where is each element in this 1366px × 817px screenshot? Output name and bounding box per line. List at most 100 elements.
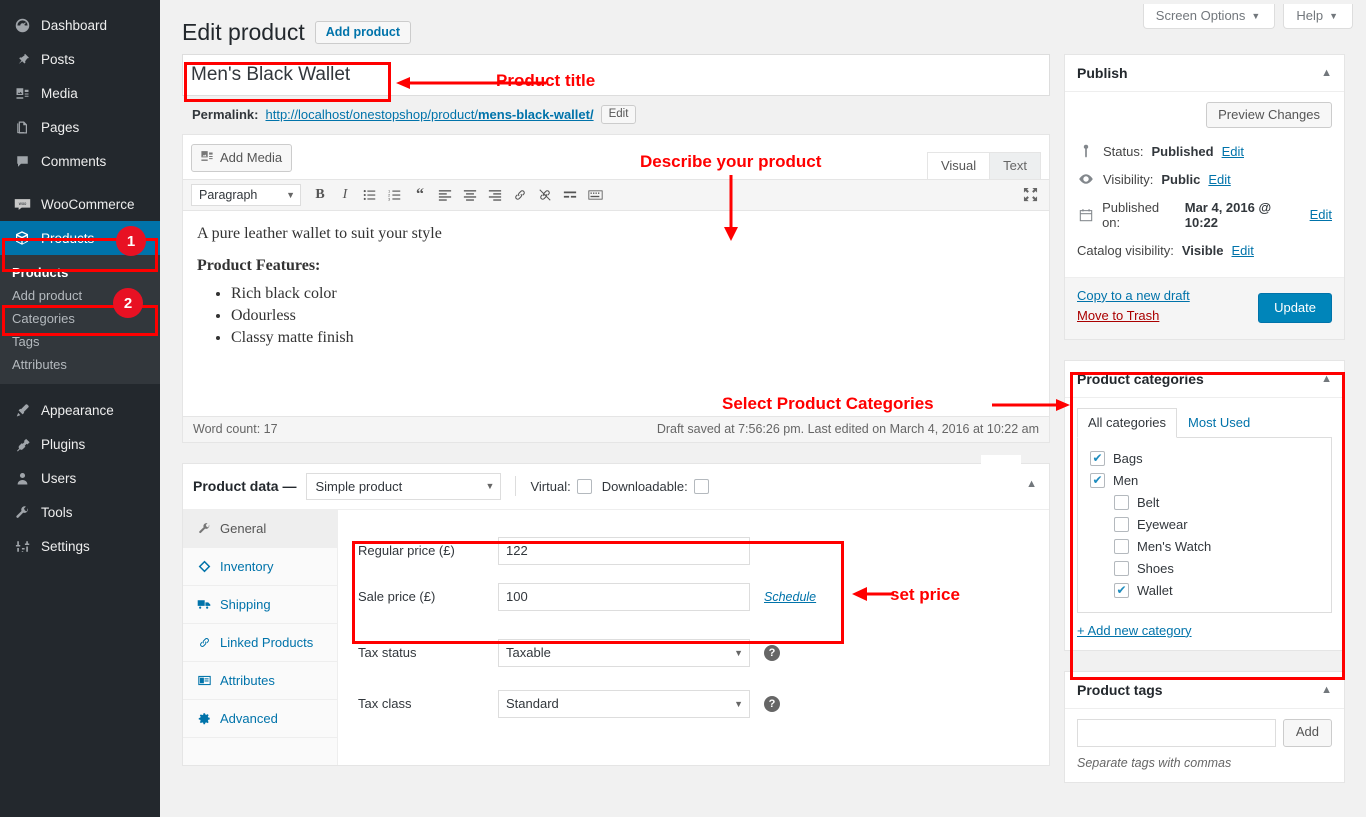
virtual-checkbox[interactable] <box>576 478 592 494</box>
sidebar-item-comments[interactable]: Comments <box>0 144 160 178</box>
bold-icon[interactable]: B <box>309 184 331 206</box>
screen-options-button[interactable]: Screen Options ▼ <box>1142 4 1276 29</box>
sidebar-item-products[interactable]: Products <box>0 221 160 255</box>
edit-status-link[interactable]: Edit <box>1222 144 1244 159</box>
tax-status-select[interactable]: Taxable ▼ <box>498 638 750 667</box>
paragraph-format-select[interactable]: Paragraph ▼ <box>191 183 301 206</box>
edit-catalog-visibility-link[interactable]: Edit <box>1232 243 1254 258</box>
list-item[interactable]: Eyewear <box>1090 514 1323 536</box>
tab-linked-products[interactable]: Linked Products <box>183 624 337 662</box>
fullscreen-icon[interactable] <box>1019 184 1041 206</box>
list-item[interactable]: Belt <box>1090 492 1323 514</box>
tag-input[interactable] <box>1077 718 1276 747</box>
svg-text:3: 3 <box>388 196 391 201</box>
add-tag-button[interactable]: Add <box>1282 718 1332 747</box>
tab-all-categories[interactable]: All categories <box>1077 407 1178 438</box>
unlink-icon[interactable] <box>534 184 556 206</box>
regular-price-row: Regular price (£) <box>338 528 1049 574</box>
tab-attributes[interactable]: Attributes <box>183 662 337 700</box>
category-checkbox[interactable]: ✔ <box>1114 582 1129 598</box>
tab-most-used[interactable]: Most Used <box>1177 408 1261 438</box>
sidebar-item-woocommerce[interactable]: woo WooCommerce <box>0 187 160 221</box>
submenu-item-add-product[interactable]: Add product <box>0 284 160 307</box>
submenu-item-attributes[interactable]: Attributes <box>0 353 160 376</box>
sale-price-input[interactable] <box>498 582 750 611</box>
update-button[interactable]: Update <box>1258 292 1332 323</box>
tab-general[interactable]: General <box>183 509 337 548</box>
insert-more-icon[interactable] <box>559 184 581 206</box>
sidebar-item-label: Users <box>41 470 77 486</box>
editor-content[interactable]: A pure leather wallet to suit your style… <box>183 211 1049 416</box>
submenu-item-categories[interactable]: Categories <box>0 307 160 330</box>
category-checkbox[interactable]: ✔ <box>1090 450 1105 466</box>
tax-class-help-icon[interactable]: ? <box>764 695 780 712</box>
add-product-button[interactable]: Add product <box>314 21 412 45</box>
blockquote-icon[interactable]: “ <box>409 184 431 206</box>
align-right-icon[interactable] <box>484 184 506 206</box>
edit-published-link[interactable]: Edit <box>1310 207 1332 222</box>
categories-tabs: All categories Most Used <box>1077 407 1332 438</box>
list-item[interactable]: ✔ Bags <box>1090 448 1323 470</box>
toolbar-toggle-icon[interactable] <box>584 184 606 206</box>
downloadable-field[interactable]: Downloadable: <box>602 478 709 494</box>
sidebar-item-settings[interactable]: Settings <box>0 529 160 563</box>
downloadable-checkbox[interactable] <box>693 478 709 494</box>
tax-status-value: Taxable <box>506 645 551 661</box>
category-checkbox[interactable] <box>1114 560 1129 576</box>
sidebar-item-media[interactable]: Media <box>0 76 160 110</box>
add-new-category-link[interactable]: + Add new category <box>1077 623 1332 638</box>
category-checkbox[interactable] <box>1114 538 1129 554</box>
bulleted-list-icon[interactable] <box>359 184 381 206</box>
sidebar-item-users[interactable]: Users <box>0 461 160 495</box>
add-media-button[interactable]: Add Media <box>191 143 293 172</box>
edit-permalink-button[interactable]: Edit <box>600 104 637 124</box>
tax-status-help-icon[interactable]: ? <box>764 644 780 661</box>
sidebar-item-posts[interactable]: Posts <box>0 42 160 76</box>
schedule-sale-link[interactable]: Schedule <box>764 590 816 604</box>
tab-text[interactable]: Text <box>989 151 1041 179</box>
move-to-trash-link[interactable]: Move to Trash <box>1077 308 1190 323</box>
category-checkbox[interactable] <box>1114 494 1129 510</box>
sidebar-item-dashboard[interactable]: Dashboard <box>0 8 160 42</box>
help-button[interactable]: Help ▼ <box>1283 4 1353 29</box>
link-icon[interactable] <box>509 184 531 206</box>
tab-shipping[interactable]: Shipping <box>183 586 337 624</box>
collapse-publish-icon[interactable]: ▲ <box>1321 67 1332 79</box>
submenu-item-tags[interactable]: Tags <box>0 330 160 353</box>
tab-label: Inventory <box>220 558 274 574</box>
chevron-down-icon: ▼ <box>1251 10 1261 21</box>
sidebar-item-plugins[interactable]: Plugins <box>0 427 160 461</box>
preview-changes-button[interactable]: Preview Changes <box>1206 101 1332 128</box>
category-checkbox[interactable] <box>1114 516 1129 532</box>
product-title-input[interactable] <box>182 53 1050 96</box>
edit-visibility-link[interactable]: Edit <box>1208 172 1230 187</box>
status-label: Status: <box>1103 143 1144 159</box>
align-left-icon[interactable] <box>434 184 456 206</box>
virtual-field[interactable]: Virtual: <box>530 478 592 494</box>
tab-advanced[interactable]: Advanced <box>183 700 337 738</box>
product-type-select[interactable]: Simple product ▼ <box>306 472 502 500</box>
tab-visual[interactable]: Visual <box>926 151 991 179</box>
collapse-categories-icon[interactable]: ▲ <box>1321 373 1332 385</box>
list-item[interactable]: ✔ Wallet <box>1090 580 1323 602</box>
category-checkbox[interactable]: ✔ <box>1090 472 1105 488</box>
sidebar-item-tools[interactable]: Tools <box>0 495 160 529</box>
tax-class-select[interactable]: Standard ▼ <box>498 689 750 718</box>
align-center-icon[interactable] <box>459 184 481 206</box>
sidebar-item-pages[interactable]: Pages <box>0 110 160 144</box>
copy-to-draft-link[interactable]: Copy to a new draft <box>1077 288 1190 303</box>
list-item[interactable]: ✔ Men <box>1090 470 1323 492</box>
tab-inventory[interactable]: Inventory <box>183 548 337 586</box>
collapse-tags-icon[interactable]: ▲ <box>1321 684 1332 696</box>
categories-list[interactable]: ✔ Bags ✔ Men Belt Eyewear Men's Watch Sh… <box>1077 437 1332 613</box>
permalink-link[interactable]: http://localhost/onestopshop/product/men… <box>265 107 593 122</box>
collapse-panel-icon[interactable]: ▲ <box>1026 478 1037 490</box>
list-item[interactable]: Men's Watch <box>1090 536 1323 558</box>
list-item[interactable]: Shoes <box>1090 558 1323 580</box>
numbered-list-icon[interactable]: 123 <box>384 184 406 206</box>
regular-price-input[interactable] <box>498 536 750 565</box>
inventory-tag-icon <box>197 560 211 573</box>
submenu-item-products[interactable]: Products <box>0 261 160 284</box>
sidebar-item-appearance[interactable]: Appearance <box>0 393 160 427</box>
italic-icon[interactable]: I <box>334 184 356 206</box>
